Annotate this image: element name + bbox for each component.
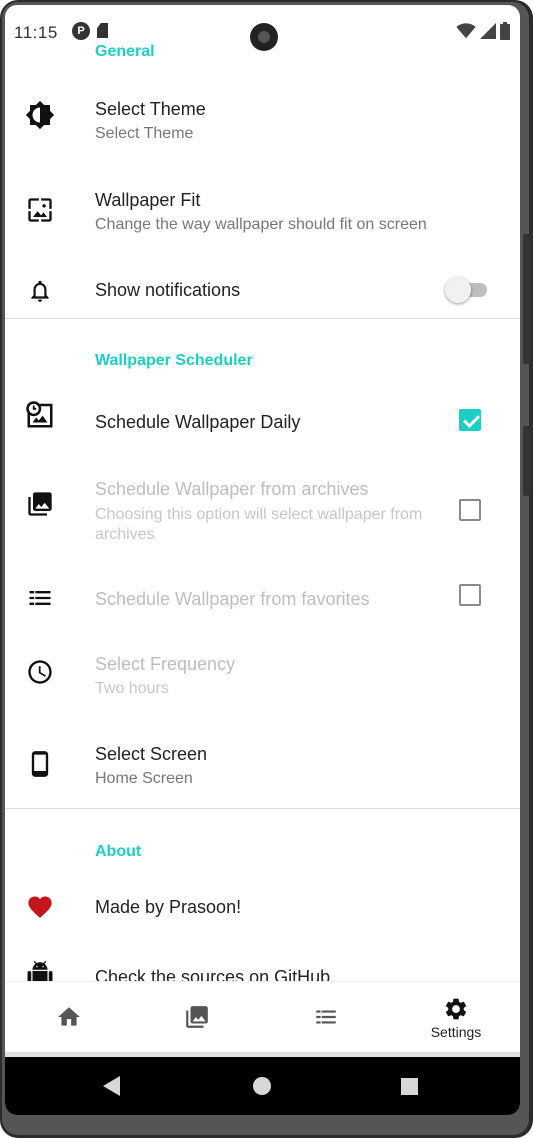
select-theme-row[interactable]: Select Theme Select Theme	[5, 83, 520, 159]
wallpaper-fit-row[interactable]: Wallpaper Fit Change the way wallpaper s…	[5, 173, 520, 249]
notifications-switch[interactable]	[445, 277, 487, 303]
volume-button	[523, 234, 531, 364]
select-theme-summary: Select Theme	[95, 125, 194, 142]
select-screen-summary: Home Screen	[95, 770, 193, 787]
select-screen-row[interactable]: Select Screen Home Screen	[5, 727, 520, 803]
switch-thumb	[445, 277, 471, 303]
system-navigation-bar	[5, 1057, 520, 1115]
schedule-wallpaper-icon	[25, 400, 55, 430]
signal-icon	[480, 23, 496, 39]
show-notifications-row[interactable]: Show notifications	[5, 263, 520, 319]
schedule-daily-checkbox[interactable]	[459, 409, 481, 431]
schedule-archives-summary: Choosing this option will select wallpap…	[95, 506, 423, 543]
back-icon[interactable]	[103, 1076, 120, 1096]
select-frequency-row[interactable]: Select Frequency Two hours	[5, 637, 520, 713]
github-row[interactable]: Check the sources on GitHub.	[5, 945, 520, 981]
battery-icon	[500, 22, 510, 40]
recents-icon[interactable]	[401, 1078, 418, 1095]
schedule-favorites-row[interactable]: Schedule Wallpaper from favorites	[5, 565, 520, 629]
gallery-icon	[186, 1005, 208, 1028]
home-icon	[58, 1006, 80, 1026]
schedule-favorites-title: Schedule Wallpaper from favorites	[95, 589, 370, 609]
nav-settings-label: Settings	[430, 1023, 482, 1040]
bottom-navigation: Settings	[5, 981, 520, 1052]
github-title: Check the sources on GitHub.	[95, 967, 336, 981]
schedule-daily-row[interactable]: Schedule Wallpaper Daily	[5, 383, 520, 447]
section-header-scheduler: Wallpaper Scheduler	[95, 352, 253, 369]
select-frequency-summary: Two hours	[95, 680, 169, 697]
notification-p-icon: P	[72, 22, 90, 40]
phone-icon	[25, 749, 55, 779]
made-by-title: Made by Prasoon!	[95, 897, 242, 917]
schedule-archives-row[interactable]: Schedule Wallpaper from archives Choosin…	[5, 463, 520, 553]
power-button	[523, 426, 531, 496]
heart-icon	[25, 892, 55, 922]
screen: General Select Theme Select Theme Wallpa…	[5, 5, 520, 1115]
schedule-favorites-checkbox[interactable]	[459, 584, 481, 606]
bell-icon	[25, 276, 55, 306]
schedule-daily-title: Schedule Wallpaper Daily	[95, 412, 301, 432]
settings-icon	[445, 998, 467, 1019]
android-icon	[25, 961, 55, 981]
sd-card-icon	[97, 23, 108, 38]
photo-library-icon	[25, 489, 55, 519]
nav-home[interactable]	[5, 982, 133, 1053]
nav-gallery[interactable]	[133, 982, 261, 1053]
home-button-icon[interactable]	[253, 1077, 271, 1095]
status-time: 11:15	[14, 23, 58, 42]
show-notifications-title: Show notifications	[95, 280, 241, 300]
section-header-about: About	[95, 843, 142, 860]
list-icon	[25, 583, 55, 613]
select-screen-title: Select Screen	[95, 744, 208, 764]
wallpaper-fit-title: Wallpaper Fit	[95, 190, 201, 210]
settings-list[interactable]: General Select Theme Select Theme Wallpa…	[5, 5, 520, 981]
status-right	[456, 22, 510, 40]
schedule-archives-title: Schedule Wallpaper from archives	[95, 479, 369, 499]
wifi-icon	[456, 23, 476, 39]
section-divider	[5, 808, 520, 809]
select-theme-title: Select Theme	[95, 99, 206, 119]
nav-list[interactable]	[262, 982, 390, 1053]
clock-icon	[25, 657, 55, 687]
nav-settings[interactable]: Settings	[392, 982, 520, 1053]
brightness-icon	[25, 100, 55, 130]
section-divider	[5, 318, 520, 319]
front-camera	[250, 23, 278, 51]
wallpaper-fit-summary: Change the way wallpaper should fit on s…	[95, 216, 427, 233]
made-by-row[interactable]: Made by Prasoon!	[5, 875, 520, 939]
list-icon	[316, 1010, 336, 1023]
wallpaper-icon	[25, 195, 55, 225]
device-frame: General Select Theme Select Theme Wallpa…	[0, 0, 533, 1138]
schedule-archives-checkbox[interactable]	[459, 499, 481, 521]
select-frequency-title: Select Frequency	[95, 654, 236, 674]
status-bar: 11:15 P	[5, 5, 520, 51]
